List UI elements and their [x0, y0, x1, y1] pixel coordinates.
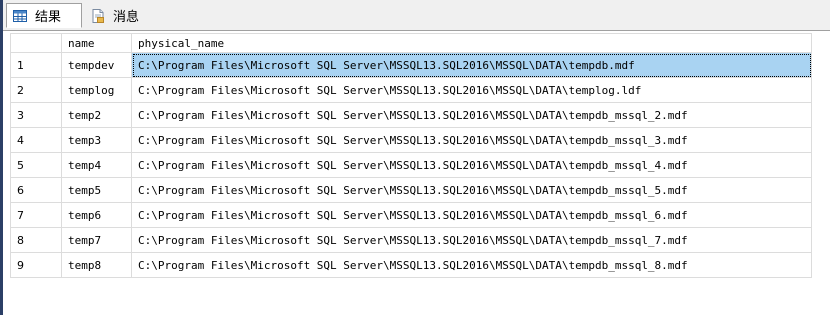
table-row[interactable]: 4 temp3 C:\Program Files\Microsoft SQL S…	[10, 127, 812, 153]
cell-physical-name[interactable]: C:\Program Files\Microsoft SQL Server\MS…	[131, 227, 812, 253]
cell-name[interactable]: tempdev	[61, 52, 132, 78]
cell-name[interactable]: templog	[61, 77, 132, 103]
cell-physical-name[interactable]: C:\Program Files\Microsoft SQL Server\MS…	[131, 77, 812, 103]
table-row[interactable]: 6 temp5 C:\Program Files\Microsoft SQL S…	[10, 177, 812, 203]
row-number[interactable]: 9	[10, 252, 62, 278]
table-row[interactable]: 3 temp2 C:\Program Files\Microsoft SQL S…	[10, 102, 812, 128]
row-number[interactable]: 7	[10, 202, 62, 228]
cell-name[interactable]: temp2	[61, 102, 132, 128]
cell-name[interactable]: temp3	[61, 127, 132, 153]
cell-physical-name[interactable]: C:\Program Files\Microsoft SQL Server\MS…	[131, 127, 812, 153]
cell-name[interactable]: temp7	[61, 227, 132, 253]
cell-physical-name[interactable]: C:\Program Files\Microsoft SQL Server\MS…	[131, 102, 812, 128]
grid-header-row: name physical_name	[10, 33, 812, 53]
tab-messages[interactable]: 消息	[85, 3, 155, 28]
table-row[interactable]: 1 tempdev C:\Program Files\Microsoft SQL…	[10, 52, 812, 78]
row-number[interactable]: 4	[10, 127, 62, 153]
cell-physical-name[interactable]: C:\Program Files\Microsoft SQL Server\MS…	[131, 177, 812, 203]
cell-physical-name[interactable]: C:\Program Files\Microsoft SQL Server\MS…	[131, 202, 812, 228]
tab-results-label: 结果	[35, 10, 62, 25]
tab-messages-label: 消息	[113, 10, 140, 25]
cell-physical-name[interactable]: C:\Program Files\Microsoft SQL Server\MS…	[131, 152, 812, 178]
cell-name[interactable]: temp4	[61, 152, 132, 178]
table-row[interactable]: 2 templog C:\Program Files\Microsoft SQL…	[10, 77, 812, 103]
row-number[interactable]: 5	[10, 152, 62, 178]
table-row[interactable]: 7 temp6 C:\Program Files\Microsoft SQL S…	[10, 202, 812, 228]
row-number[interactable]: 6	[10, 177, 62, 203]
cell-name[interactable]: temp8	[61, 252, 132, 278]
row-number[interactable]: 2	[10, 77, 62, 103]
cell-physical-name[interactable]: C:\Program Files\Microsoft SQL Server\MS…	[131, 252, 812, 278]
results-grid-icon	[12, 8, 28, 24]
tab-results[interactable]: 结果	[6, 3, 82, 28]
cell-physical-name-selected[interactable]: C:\Program Files\Microsoft SQL Server\MS…	[131, 52, 812, 78]
row-number[interactable]: 1	[10, 52, 62, 78]
row-number-header[interactable]	[10, 33, 62, 53]
cell-name[interactable]: temp5	[61, 177, 132, 203]
table-row[interactable]: 9 temp8 C:\Program Files\Microsoft SQL S…	[10, 252, 812, 278]
results-grid-area: name physical_name 1 tempdev C:\Program …	[3, 30, 830, 315]
table-row[interactable]: 5 temp4 C:\Program Files\Microsoft SQL S…	[10, 152, 812, 178]
column-header-physical-name[interactable]: physical_name	[131, 33, 812, 53]
table-row[interactable]: 8 temp7 C:\Program Files\Microsoft SQL S…	[10, 227, 812, 253]
results-grid: name physical_name 1 tempdev C:\Program …	[10, 33, 812, 278]
messages-icon	[90, 8, 106, 24]
cell-name[interactable]: temp6	[61, 202, 132, 228]
column-header-name[interactable]: name	[61, 33, 132, 53]
results-tab-bar: 结果 消息	[3, 0, 830, 30]
row-number[interactable]: 8	[10, 227, 62, 253]
row-number[interactable]: 3	[10, 102, 62, 128]
